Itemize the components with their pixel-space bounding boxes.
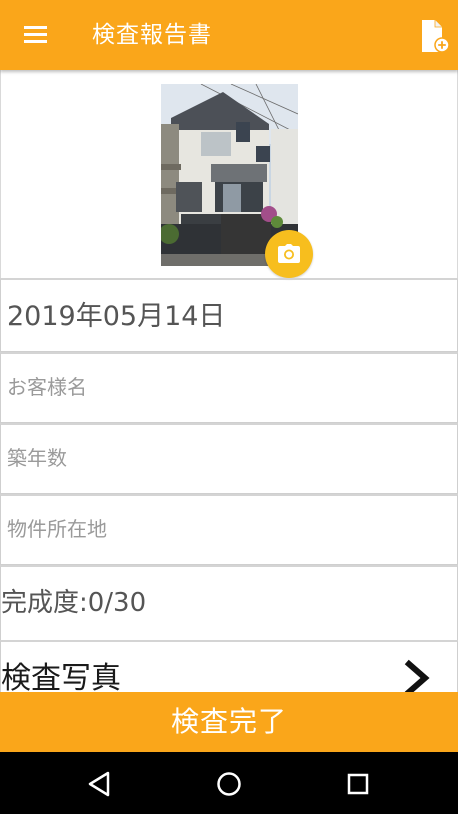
page-title: 検査報告書	[92, 22, 212, 48]
building-age-field[interactable]	[7, 443, 447, 473]
app-screen: 検査報告書 2019年05月14日 お客様名 築年数 物件所在地 完成度:0/3…	[0, 0, 458, 814]
camera-button[interactable]	[265, 230, 313, 278]
inspection-photos-row[interactable]: 検査写真	[0, 640, 458, 692]
circle-home-icon[interactable]	[215, 770, 243, 798]
inspection-date[interactable]: 2019年05月14日	[7, 300, 225, 334]
complete-inspection-button[interactable]: 検査完了	[0, 692, 458, 752]
chevron-right-icon	[404, 659, 430, 692]
customer-name-field[interactable]	[7, 372, 447, 402]
file-add-icon[interactable]	[420, 19, 450, 53]
inspection-date-row[interactable]: 2019年05月14日	[0, 278, 458, 352]
system-nav-bar	[0, 752, 458, 814]
report-form: 2019年05月14日 完成度:0/30 検査写真	[0, 70, 458, 692]
menu-icon[interactable]	[24, 26, 47, 44]
complete-inspection-label: 検査完了	[170, 706, 287, 737]
completion-row: 完成度:0/30	[0, 565, 458, 641]
property-address-row	[0, 494, 458, 565]
cover-photo-section	[0, 70, 458, 279]
building-age-row	[0, 423, 458, 494]
square-recents-icon[interactable]	[346, 772, 370, 796]
inspection-photos-label: 検査写真	[1, 661, 121, 692]
property-address-field[interactable]	[7, 514, 447, 544]
camera-icon	[278, 244, 300, 263]
triangle-back-icon[interactable]	[86, 770, 112, 798]
customer-name-row	[0, 352, 458, 423]
completion-progress: 完成度:0/30	[1, 588, 147, 618]
app-toolbar: 検査報告書	[0, 0, 458, 70]
